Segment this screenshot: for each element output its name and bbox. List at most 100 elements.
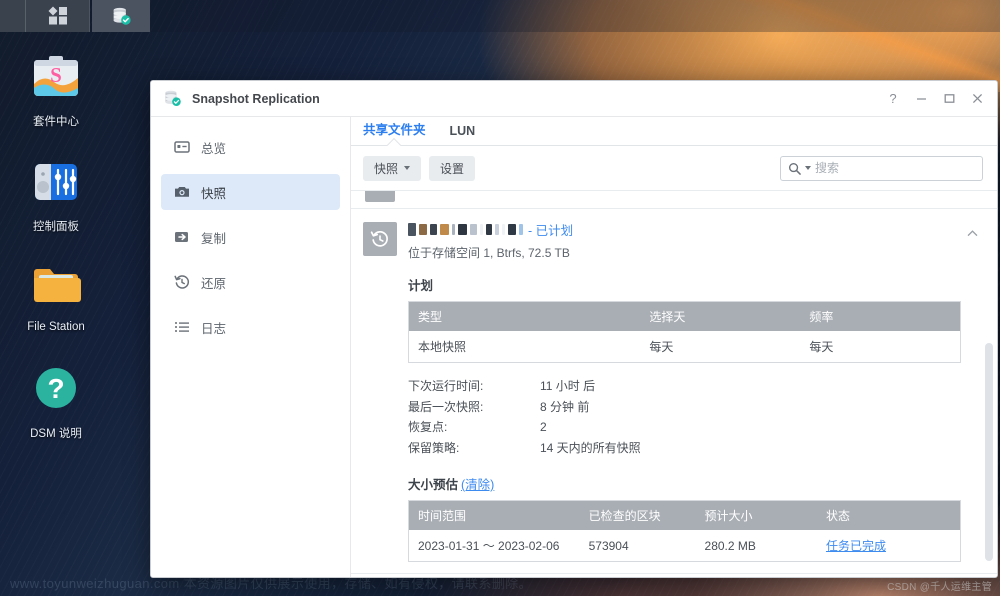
window-body: 总览 快照 复制 还原 日志 共享文件夹 LUN 快照 设置 搜索 - 已计划 … [151, 117, 997, 577]
snapshot-list-scroll: 位于存储空间 2, Btrfs, 16.8 TB [351, 190, 997, 577]
help-button[interactable]: ? [879, 85, 907, 113]
plan-table: 类型 选择天 频率 本地快照 每天 每天 [408, 301, 961, 363]
file-station-icon [29, 258, 83, 312]
list-item[interactable]: - 没有计划保护 位于存储空间 1, Btrfs, 131 GB [351, 574, 997, 577]
sidebar-item-snapshot[interactable]: 快照 [161, 174, 340, 210]
desktop-icon-file-station[interactable]: File Station [4, 258, 108, 333]
sidebar-item-restore[interactable]: 还原 [161, 264, 340, 300]
overview-icon [173, 139, 190, 156]
list-item-body: - 已计划 位于存储空间 1, Btrfs, 72.5 TB 计划 类型 选择天… [408, 220, 961, 562]
sidebar-item-log[interactable]: 日志 [161, 309, 340, 345]
snapshot-dropdown-button[interactable]: 快照 [363, 155, 422, 181]
plan-section-title: 计划 [408, 279, 434, 293]
clear-estimate-link[interactable]: (清除) [461, 478, 494, 492]
minimize-icon [916, 98, 926, 100]
tab-lun[interactable]: LUN [438, 124, 488, 145]
size-estimate-section-title: 大小预估 (清除) [408, 474, 961, 493]
settings-button[interactable]: 设置 [429, 155, 476, 181]
sidebar-item-label: 日志 [201, 321, 227, 336]
close-button[interactable] [963, 85, 991, 113]
desktop-icon-label: 控制面板 [33, 221, 79, 233]
search-input[interactable] [815, 161, 975, 175]
search-icon [788, 162, 801, 175]
sidebar-item-replicate[interactable]: 复制 [161, 219, 340, 255]
detail-value: 14 天内的所有快照 [540, 440, 641, 455]
dsm-help-icon: ? [29, 362, 83, 416]
snapshot-replication-icon [113, 7, 131, 25]
list-item-status: - 已计划 [528, 224, 574, 238]
sidebar-item-overview[interactable]: 总览 [161, 129, 340, 165]
window-titlebar[interactable]: Snapshot Replication ? [151, 81, 997, 117]
camera-icon [173, 184, 190, 201]
size-cell-blocks: 573904 [579, 530, 696, 562]
tab-shared-folder[interactable]: 共享文件夹 [351, 119, 438, 145]
task-status-link[interactable]: 任务已完成 [826, 539, 886, 553]
collapse-chevron-icon[interactable] [961, 191, 983, 202]
plan-col-type: 类型 [408, 301, 641, 331]
list-item[interactable]: 位于存储空间 2, Btrfs, 16.8 TB [351, 191, 997, 209]
desktop-icon-control-panel[interactable]: 控制面板 [4, 155, 108, 234]
taskbar-left-group [0, 0, 90, 32]
tab-bar: 共享文件夹 LUN [351, 117, 997, 146]
snapshot-list: 位于存储空间 2, Btrfs, 16.8 TB [351, 191, 997, 577]
detail-key: 恢复点: [408, 420, 448, 434]
desktop-icon-label: DSM 说明 [30, 428, 82, 440]
svg-text:S: S [50, 63, 62, 87]
detail-row-last-snapshot: 最后一次快照: 8 分钟 前 [408, 397, 961, 418]
size-cell-time-range: 2023-01-31 ～ 2023-02-06 [408, 530, 580, 562]
maximize-icon [944, 94, 954, 103]
desktop-icon-label: 套件中心 [33, 116, 79, 128]
shared-folder-snapshot-icon [363, 222, 397, 256]
minimize-button[interactable] [907, 85, 935, 113]
search-filter-chevron-icon[interactable] [805, 166, 811, 170]
window-title: Snapshot Replication [192, 91, 320, 106]
log-list-icon [173, 319, 190, 336]
search-box[interactable] [780, 155, 983, 181]
redacted-folder-name [408, 223, 523, 236]
control-panel-icon [29, 155, 83, 209]
sidebar-item-label: 快照 [201, 186, 227, 201]
restore-clock-icon [173, 274, 190, 291]
list-item[interactable]: - 已计划 位于存储空间 1, Btrfs, 72.5 TB 计划 类型 选择天… [351, 209, 997, 574]
size-col-time-range: 时间范围 [408, 500, 580, 530]
plan-col-frequency: 频率 [800, 301, 961, 331]
size-cell-estimated-size: 280.2 MB [695, 530, 817, 562]
detail-value: 8 分钟 前 [540, 399, 590, 414]
snapshot-replication-window: Snapshot Replication ? 总览 快照 复制 还原 日志 共享… [150, 80, 998, 578]
table-row[interactable]: 2023-01-31 ～ 2023-02-06 573904 280.2 MB … [408, 530, 961, 562]
snapshot-replication-icon [163, 89, 182, 108]
svg-text:?: ? [47, 373, 64, 404]
list-item-body: 位于存储空间 2, Btrfs, 16.8 TB [408, 191, 961, 202]
plan-cell-frequency: 每天 [800, 331, 961, 363]
collapse-chevron-icon[interactable] [961, 220, 983, 562]
restore-clock-icon [370, 231, 388, 247]
apps-grid-icon [48, 6, 67, 25]
table-row[interactable]: 本地快照 每天 每天 [408, 331, 961, 363]
detail-row-retention-policy: 保留策略: 14 天内的所有快照 [408, 438, 961, 459]
desktop-icon-label: File Station [27, 321, 85, 333]
window-controls: ? [879, 85, 991, 113]
show-apps-button[interactable] [26, 0, 89, 32]
snapshot-button-label: 快照 [374, 161, 399, 176]
csdn-watermark: CSDN @千人运维主管 [887, 582, 992, 593]
detail-value: 11 小时 后 [540, 379, 596, 393]
table-header-row: 类型 选择天 频率 [408, 301, 961, 331]
desktop-icon-dsm-help[interactable]: ? DSM 说明 [4, 362, 108, 441]
list-item-subtitle: 位于存储空间 1, Btrfs, 72.5 TB [408, 246, 570, 260]
chevron-down-icon [404, 166, 411, 170]
main-panel: 共享文件夹 LUN 快照 设置 搜索 - 已计划 位于存储空间 1, Btrfs… [351, 117, 997, 577]
plan-cell-days: 每天 [640, 331, 801, 363]
size-col-status: 状态 [816, 500, 961, 530]
sidebar-item-label: 复制 [201, 231, 227, 246]
detail-row-next-run: 下次运行时间: 11 小时 后 [408, 376, 961, 397]
desktop-icon-package-center[interactable]: S 套件中心 [4, 50, 108, 129]
sidebar-item-label: 总览 [201, 141, 227, 156]
size-estimate-table: 时间范围 已检查的区块 预计大小 状态 2023-01-31 ～ 2023-02… [408, 500, 961, 562]
taskbar [0, 0, 1000, 32]
plan-col-days: 选择天 [640, 301, 801, 331]
vertical-scrollbar-thumb[interactable] [985, 343, 993, 561]
taskbar-app-snapshot-replication[interactable] [92, 0, 150, 32]
detail-row-recovery-points: 恢复点: 2 [408, 417, 961, 438]
table-header-row: 时间范围 已检查的区块 预计大小 状态 [408, 500, 961, 530]
maximize-button[interactable] [935, 85, 963, 113]
